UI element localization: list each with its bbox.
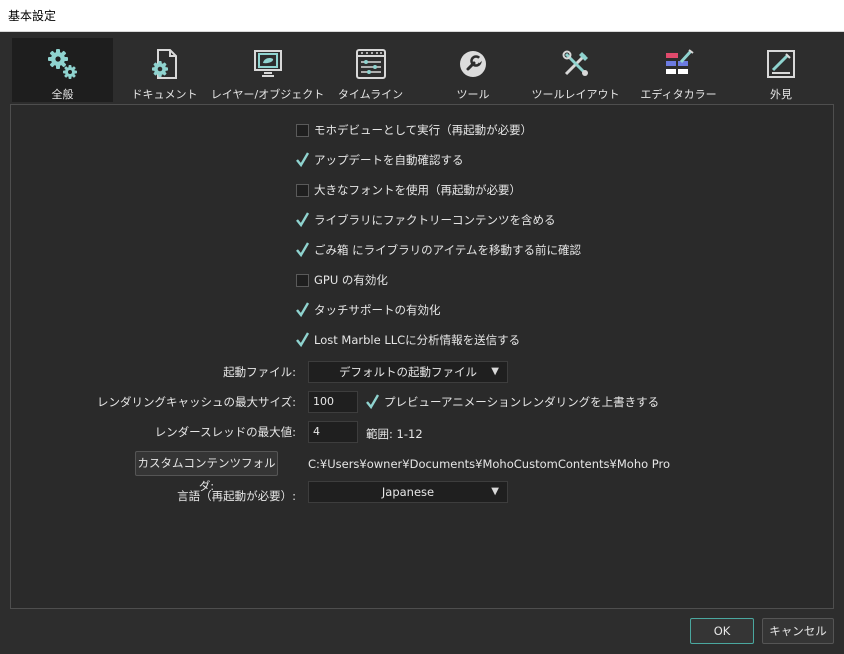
option-run-as-debut[interactable]: モホデビューとして実行（再起動が必要） bbox=[296, 121, 532, 139]
window-title: 基本設定 bbox=[0, 0, 844, 32]
render-cache-label: レンダリングキャッシュの最大サイズ: bbox=[96, 395, 296, 409]
editor-colors-icon bbox=[663, 46, 695, 82]
cancel-button[interactable]: キャンセル bbox=[762, 618, 834, 644]
layer-object-icon bbox=[252, 46, 284, 82]
tab-label: タイムライン bbox=[337, 88, 404, 101]
dropdown-arrow-icon: ▼ bbox=[491, 366, 499, 377]
tab-label: 外見 bbox=[770, 88, 792, 101]
option-label: プレビューアニメーションレンダリングを上書きする bbox=[384, 395, 660, 409]
checkmark-icon[interactable] bbox=[296, 301, 310, 317]
option-large-font[interactable]: 大きなフォントを使用（再起動が必要） bbox=[296, 181, 521, 199]
tab-label: 全般 bbox=[51, 88, 74, 101]
tab-label: ツールレイアウト bbox=[531, 88, 620, 101]
custom-content-path: C:¥Users¥owner¥Documents¥MohoCustomConte… bbox=[308, 457, 671, 471]
option-auto-check-updates[interactable]: アップデートを自動確認する bbox=[296, 151, 464, 169]
option-touch-support[interactable]: タッチサポートの有効化 bbox=[296, 301, 441, 319]
option-confirm-trash[interactable]: ごみ箱 にライブラリのアイテムを移動する前に確認 bbox=[296, 241, 581, 259]
gears-icon bbox=[46, 46, 80, 82]
tab-label: ツール bbox=[456, 88, 490, 101]
checkbox-unchecked[interactable] bbox=[296, 123, 309, 137]
dropdown-arrow-icon: ▼ bbox=[491, 486, 499, 497]
tab-document[interactable]: ドキュメント bbox=[113, 38, 216, 102]
render-cache-input[interactable]: 100 bbox=[308, 391, 358, 413]
option-enable-gpu[interactable]: GPU の有効化 bbox=[296, 271, 388, 289]
tab-tool-layout[interactable]: ツールレイアウト bbox=[524, 38, 627, 102]
checkmark-icon[interactable] bbox=[296, 151, 310, 167]
checkmark-icon[interactable] bbox=[366, 393, 380, 409]
tab-appearance[interactable]: 外見 bbox=[730, 38, 832, 102]
option-include-factory-content[interactable]: ライブラリにファクトリーコンテンツを含める bbox=[296, 211, 556, 229]
option-label: GPU の有効化 bbox=[314, 273, 388, 287]
custom-content-folder-button[interactable]: カスタムコンテンツフォルダ: bbox=[135, 451, 278, 493]
tab-timeline[interactable]: タイムライン bbox=[319, 38, 422, 102]
startup-file-select[interactable]: デフォルトの起動ファイル ▼ bbox=[308, 361, 508, 383]
tab-label: エディタカラー bbox=[640, 88, 717, 101]
tab-general[interactable]: 全般 bbox=[12, 38, 113, 102]
option-label: ライブラリにファクトリーコンテンツを含める bbox=[314, 213, 556, 227]
render-threads-range: 範囲: 1-12 bbox=[366, 427, 423, 441]
general-settings-panel bbox=[10, 104, 834, 609]
tab-label: レイヤー/オブジェクト bbox=[210, 88, 325, 101]
checkmark-icon[interactable] bbox=[296, 211, 310, 227]
option-label: Lost Marble LLCに分析情報を送信する bbox=[314, 333, 521, 347]
option-label: ごみ箱 にライブラリのアイテムを移動する前に確認 bbox=[314, 243, 582, 257]
option-send-analytics[interactable]: Lost Marble LLCに分析情報を送信する bbox=[296, 331, 520, 349]
preferences-tabs: 全般 ドキュメント レイヤー/オブジェクト タイムライン ツール ツールレイアウ… bbox=[10, 38, 834, 104]
option-label: モホデビューとして実行（再起動が必要） bbox=[314, 123, 533, 137]
timeline-icon bbox=[355, 46, 387, 82]
option-label: アップデートを自動確認する bbox=[314, 153, 464, 167]
tab-editor-colors[interactable]: エディタカラー bbox=[627, 38, 730, 102]
tab-label: ドキュメント bbox=[131, 88, 198, 101]
ok-button[interactable]: OK bbox=[690, 618, 754, 644]
language-label: 言語（再起動が必要）: bbox=[177, 489, 296, 503]
checkmark-icon[interactable] bbox=[296, 331, 310, 347]
tools-layout-icon bbox=[561, 46, 591, 82]
startup-file-label: 起動ファイル: bbox=[223, 365, 296, 379]
select-value: Japanese bbox=[381, 485, 435, 499]
tab-layer-object[interactable]: レイヤー/オブジェクト bbox=[211, 38, 324, 102]
tab-tools[interactable]: ツール bbox=[422, 38, 524, 102]
render-threads-input[interactable]: 4 bbox=[308, 421, 358, 443]
checkbox-unchecked[interactable] bbox=[296, 183, 309, 197]
option-label: 大きなフォントを使用（再起動が必要） bbox=[314, 183, 521, 197]
render-threads-label: レンダースレッドの最大値: bbox=[154, 425, 296, 439]
checkmark-icon[interactable] bbox=[296, 241, 310, 257]
document-gear-icon bbox=[150, 46, 180, 82]
option-label: タッチサポートの有効化 bbox=[314, 303, 441, 317]
wrench-icon bbox=[458, 46, 488, 82]
language-select[interactable]: Japanese ▼ bbox=[308, 481, 508, 503]
select-value: デフォルトの起動ファイル bbox=[339, 365, 477, 379]
appearance-icon bbox=[765, 46, 797, 82]
option-override-preview-render[interactable]: プレビューアニメーションレンダリングを上書きする bbox=[366, 393, 659, 411]
checkbox-unchecked[interactable] bbox=[296, 273, 309, 287]
